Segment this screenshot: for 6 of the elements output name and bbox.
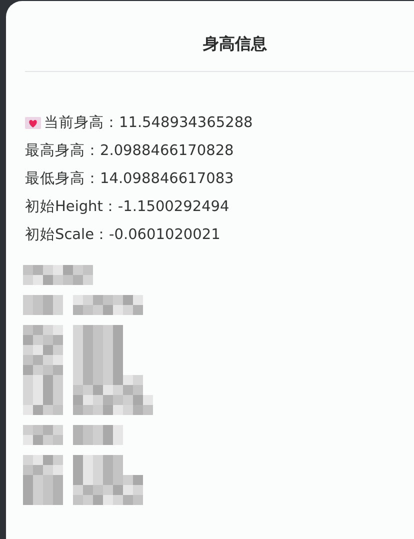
dialog-title: 身高信息	[25, 1, 414, 72]
height-info-text: 初始Scale：-0.0601020021	[25, 226, 220, 245]
height-info-text: 初始Height：-1.1500292494	[25, 198, 230, 217]
height-info-text: 最高身高：2.0988466170828	[25, 142, 234, 161]
height-info-text: 最低身高：14.098846617083	[25, 170, 234, 189]
height-info-text: 当前身高：11.548934365288	[44, 114, 253, 133]
